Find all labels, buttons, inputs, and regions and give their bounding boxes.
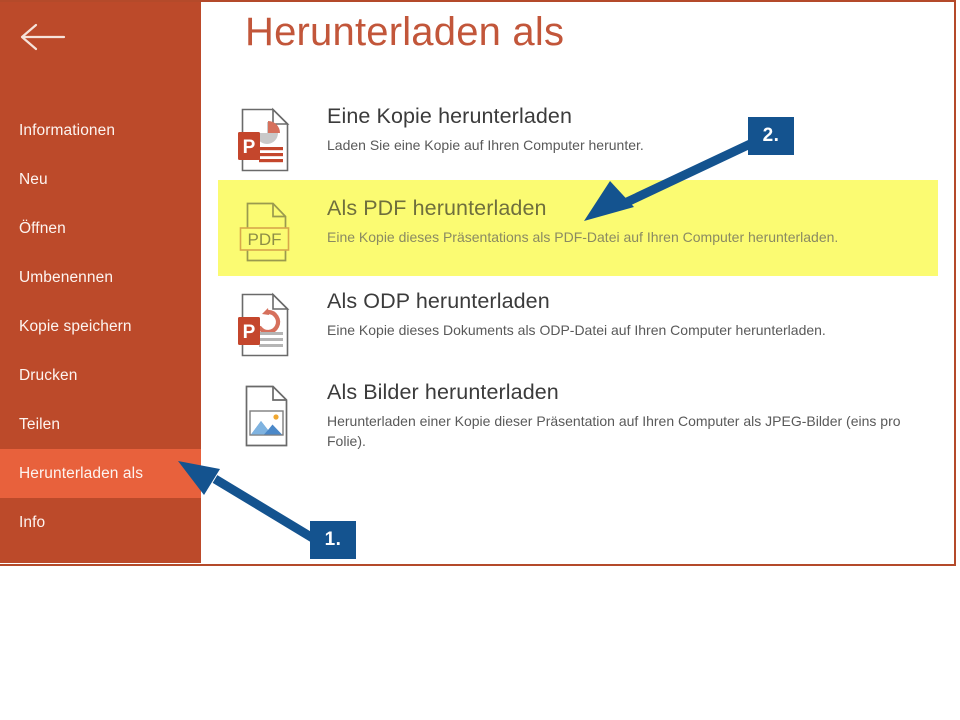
office-backstage-panel: Informationen Neu Öffnen Umbenennen Kopi… <box>0 0 956 566</box>
sidebar-item-drucken[interactable]: Drucken <box>0 351 201 400</box>
option-description: Eine Kopie dieses Dokuments als ODP-Date… <box>327 321 826 338</box>
sidebar-item-label: Kopie speichern <box>19 318 132 335</box>
image-file-icon <box>237 383 293 449</box>
option-title: Als PDF herunterladen <box>327 196 547 220</box>
sidebar-item-info[interactable]: Info <box>0 498 201 547</box>
page-title: Herunterladen als <box>245 10 565 54</box>
powerpoint-file-icon: P <box>237 107 293 173</box>
sidebar-item-teilen[interactable]: Teilen <box>0 400 201 449</box>
sidebar-item-label: Drucken <box>19 367 78 384</box>
option-row-download-copy[interactable]: P Eine Kopie herunterladen Laden Sie ein… <box>218 103 948 173</box>
option-text: Als PDF herunterladen Eine Kopie dieses … <box>327 195 838 247</box>
option-text: Als ODP herunterladen Eine Kopie dieses … <box>327 288 826 340</box>
option-title: Als Bilder herunterladen <box>327 380 559 404</box>
callout-step-1: 1. <box>310 521 356 559</box>
sidebar-item-label: Herunterladen als <box>19 465 144 482</box>
callout-step-2: 2. <box>748 117 794 155</box>
option-row-download-odp[interactable]: P Als ODP herunterladen Eine Kopie diese… <box>218 288 948 358</box>
sidebar: Informationen Neu Öffnen Umbenennen Kopi… <box>0 2 201 563</box>
sidebar-item-kopie-speichern[interactable]: Kopie speichern <box>0 302 201 351</box>
option-row-download-pdf[interactable]: PDF Als PDF herunterladen Eine Kopie die… <box>218 195 948 265</box>
sidebar-item-umbenennen[interactable]: Umbenennen <box>0 253 201 302</box>
back-arrow-icon[interactable] <box>16 20 68 54</box>
option-text: Als Bilder herunterladen Herunterladen e… <box>327 379 907 451</box>
sidebar-item-label: Info <box>19 514 46 531</box>
option-title: Eine Kopie herunterladen <box>327 104 573 128</box>
option-description: Eine Kopie dieses Präsentations als PDF-… <box>327 228 839 245</box>
svg-text:P: P <box>243 322 256 343</box>
option-description: Laden Sie eine Kopie auf Ihren Computer … <box>327 136 644 153</box>
sidebar-item-label: Neu <box>19 171 48 188</box>
svg-text:PDF: PDF <box>248 230 282 249</box>
sidebar-item-informationen[interactable]: Informationen <box>0 106 201 155</box>
option-description: Herunterladen einer Kopie dieser Präsent… <box>327 412 901 450</box>
sidebar-item-oeffnen[interactable]: Öffnen <box>0 204 201 253</box>
svg-text:P: P <box>243 137 256 158</box>
option-title: Als ODP herunterladen <box>327 289 550 313</box>
pdf-file-icon: PDF <box>237 199 293 265</box>
sidebar-item-herunterladen-als[interactable]: Herunterladen als <box>0 449 201 498</box>
sidebar-item-label: Informationen <box>19 122 116 139</box>
sidebar-item-label: Teilen <box>19 416 61 433</box>
sidebar-item-label: Öffnen <box>19 220 66 237</box>
sidebar-item-label: Umbenennen <box>19 269 114 286</box>
odp-file-icon: P <box>237 292 293 358</box>
option-row-download-images[interactable]: Als Bilder herunterladen Herunterladen e… <box>218 379 948 451</box>
option-text: Eine Kopie herunterladen Laden Sie eine … <box>327 103 644 155</box>
main-content: Herunterladen als P Eine Kopie herunterl… <box>203 2 952 564</box>
sidebar-item-neu[interactable]: Neu <box>0 155 201 204</box>
sidebar-nav: Informationen Neu Öffnen Umbenennen Kopi… <box>0 106 201 547</box>
